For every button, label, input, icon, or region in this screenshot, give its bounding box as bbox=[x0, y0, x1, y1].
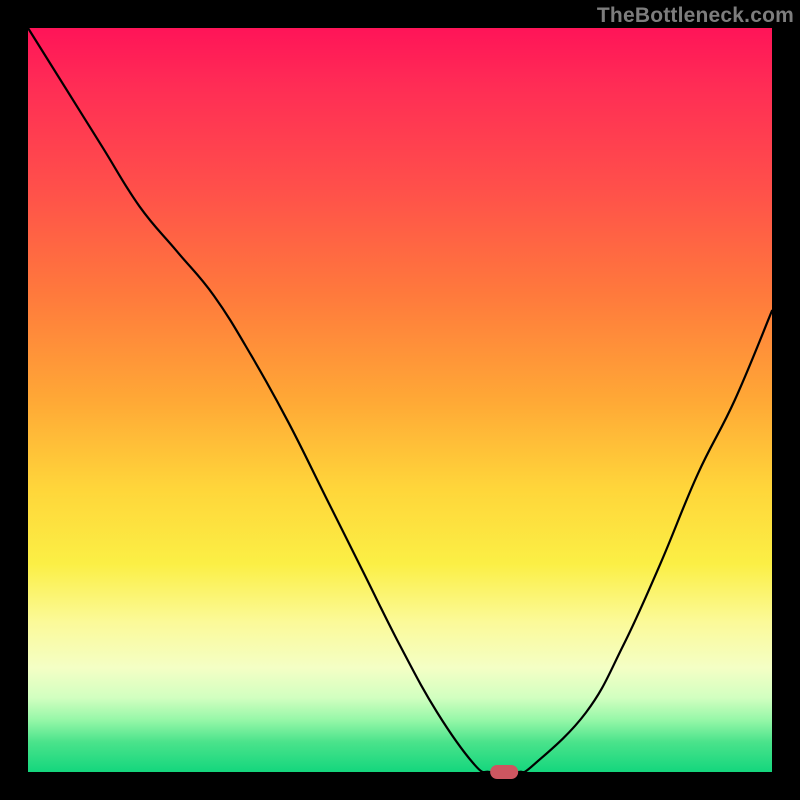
optimum-marker bbox=[490, 765, 518, 779]
chart-frame: TheBottleneck.com bbox=[0, 0, 800, 800]
bottleneck-curve bbox=[28, 28, 772, 773]
watermark-label: TheBottleneck.com bbox=[597, 4, 794, 28]
plot-svg bbox=[28, 28, 772, 772]
plot-area bbox=[28, 28, 772, 772]
